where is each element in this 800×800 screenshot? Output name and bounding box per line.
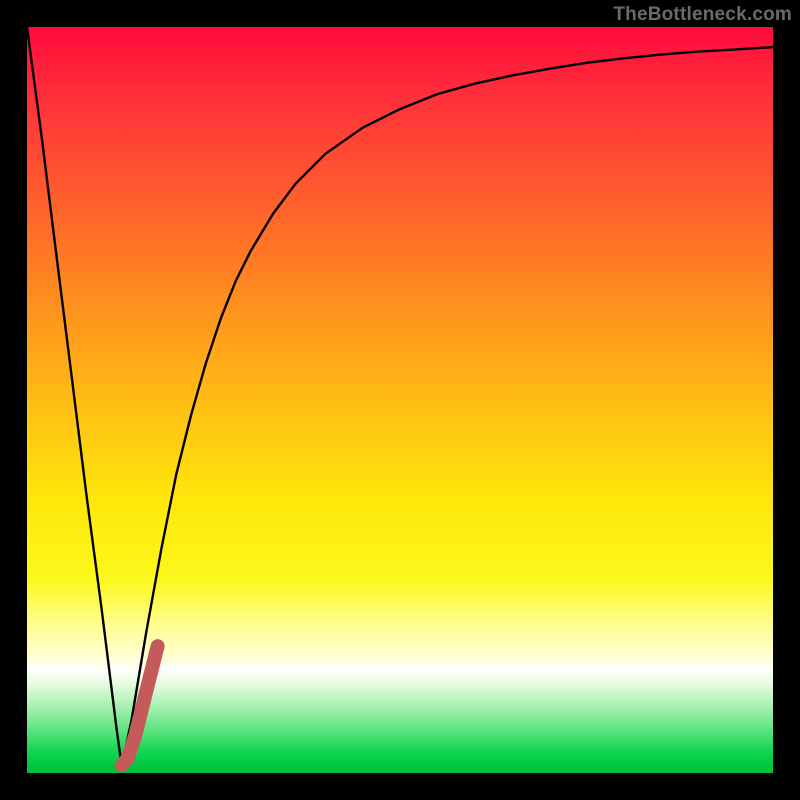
watermark-text: TheBottleneck.com: [613, 4, 792, 26]
plot-area: [27, 27, 773, 773]
chart-frame: TheBottleneck.com: [0, 0, 800, 800]
gradient-background: [27, 27, 773, 773]
